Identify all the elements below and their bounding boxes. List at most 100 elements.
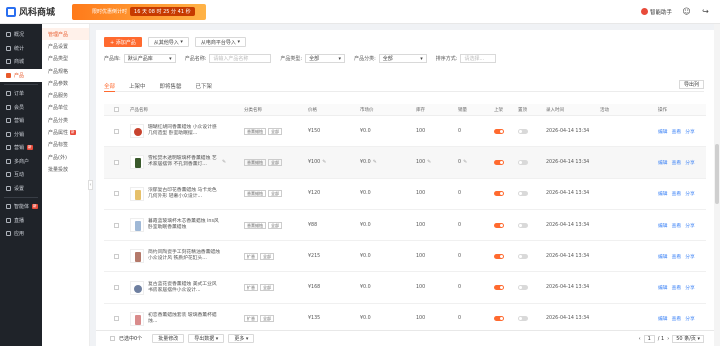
nav-item-8[interactable]: 营销新	[0, 141, 42, 155]
nav-item-0[interactable]: 概况	[0, 28, 42, 42]
table-row[interactable]: 简约风陶瓷手工刻花精油香薰蜡烛 小众设计风 铁质炉花缸头... 扩香 全部 ¥215 ¥…	[104, 241, 706, 273]
pin-toggle[interactable]	[518, 159, 528, 165]
collapse-sidebar-icon[interactable]: ‹	[88, 180, 93, 190]
prev-page-icon[interactable]: ‹	[639, 336, 641, 342]
nav-item-13[interactable]: 直播	[0, 214, 42, 228]
library-select[interactable]: 默认产品库 ▾	[123, 54, 176, 63]
row-checkbox[interactable]	[114, 191, 119, 197]
logout-icon[interactable]: ↪	[701, 7, 710, 16]
category-select[interactable]: 全部 ▾	[378, 54, 427, 63]
import-other-button[interactable]: 从其他导入 ▾	[147, 37, 189, 47]
product-name[interactable]: 初恋香薰蜡烛套装 玻璃香薰杯蜡烛...	[148, 313, 220, 325]
nav-item-10[interactable]: 互动	[0, 168, 42, 182]
export-columns-button[interactable]: 导出列	[678, 80, 704, 89]
product-name[interactable]: 浓郁复古印花香薰蜡烛 马卡龙色几何外形 轻奢小众设计...	[148, 188, 220, 200]
nav-item-12[interactable]: 智能体新	[0, 200, 42, 214]
subnav-item-1[interactable]: 产品设置	[42, 40, 89, 52]
tab-2[interactable]: 即将售罄	[160, 80, 182, 92]
promo-banner[interactable]: 限时优惠倒计时 16 天 08 时 25 分 41 秒	[72, 3, 206, 20]
product-thumbnail[interactable]	[130, 280, 144, 295]
edit-link[interactable]: 编辑	[658, 222, 668, 229]
nav-item-1[interactable]: 统计	[0, 42, 42, 56]
nav-item-14[interactable]: 应用	[0, 227, 42, 241]
add-product-button[interactable]: + 添加产品	[104, 37, 142, 47]
edit-pencil-icon[interactable]: ✎	[373, 160, 377, 165]
view-link[interactable]: 查看	[672, 284, 682, 291]
edit-pencil-icon[interactable]: ✎	[463, 160, 467, 165]
type-select[interactable]: 全部 ▾	[305, 54, 346, 63]
more-button[interactable]: 更多 ▾	[228, 334, 255, 343]
pin-toggle[interactable]	[518, 285, 528, 291]
subnav-item-10[interactable]: 产品(外)	[42, 151, 89, 163]
subnav-item-5[interactable]: 产品服务	[42, 89, 89, 101]
table-row[interactable]: 珊瑚红胡同香薰蜡烛 小众设计感几何造型 卧室助眠摆... 香薰蜡烛 全部 ¥150 ¥0…	[104, 116, 706, 148]
table-row[interactable]: 浓郁复古印花香薰蜡烛 马卡龙色几何外形 轻奢小众设计... 香薰蜡烛 全部 ¥120 ¥…	[104, 179, 706, 210]
tab-3[interactable]: 已下架	[196, 80, 213, 92]
edit-link[interactable]: 编辑	[658, 253, 668, 260]
product-name[interactable]: 雪松焚木透明玻璃杯香薰蜡烛 艺术家居摆饰 不孔洞香薰灯...	[148, 156, 220, 168]
onsale-toggle[interactable]	[494, 316, 504, 322]
product-thumbnail[interactable]	[130, 249, 144, 264]
edit-pencil-icon[interactable]: ✎	[222, 160, 226, 165]
select-all-checkbox[interactable]	[114, 107, 119, 112]
row-checkbox[interactable]	[114, 285, 119, 291]
share-link[interactable]: 分享	[685, 315, 695, 322]
subnav-item-7[interactable]: 产品分类	[42, 114, 89, 126]
footer-select-all[interactable]	[110, 336, 115, 341]
view-link[interactable]: 查看	[672, 315, 682, 322]
onsale-toggle[interactable]	[494, 222, 504, 228]
nav-item-6[interactable]: 营销	[0, 114, 42, 128]
product-name[interactable]: 简约风陶瓷手工刻花精油香薰蜡烛 小众设计风 铁质炉花缸头...	[148, 250, 220, 262]
view-link[interactable]: 查看	[672, 190, 682, 197]
share-link[interactable]: 分享	[685, 222, 695, 229]
table-row[interactable]: 雪松焚木透明玻璃杯香薰蜡烛 艺术家居摆饰 不孔洞香薰灯... ✎ 香薰蜡烛 全部 ¥10…	[104, 147, 706, 179]
product-name[interactable]: 珊瑚红胡同香薰蜡烛 小众设计感几何造型 卧室助眠摆...	[148, 125, 220, 137]
view-link[interactable]: 查看	[672, 253, 682, 260]
next-page-icon[interactable]: ›	[667, 336, 669, 342]
subnav-item-3[interactable]: 产品规格	[42, 65, 89, 77]
product-name[interactable]: 复古蓝花瓷香薰蜡烛 美式工业风 书房家居摆件小众设计...	[148, 282, 220, 294]
table-row[interactable]: 暮霞蓝玻璃杯木芯香薰蜡烛 ins风 卧室助眠香薰蜡烛 香薰蜡烛 全部 ¥88 ¥0.0 1…	[104, 210, 706, 242]
import-platform-button[interactable]: 从电商平台导入 ▾	[194, 37, 247, 47]
tab-1[interactable]: 上架中	[129, 80, 146, 92]
batch-edit-button[interactable]: 批量修改	[152, 334, 185, 343]
subnav-item-9[interactable]: 产品标签	[42, 139, 89, 151]
row-checkbox[interactable]	[114, 316, 119, 322]
product-name[interactable]: 暮霞蓝玻璃杯木芯香薰蜡烛 ins风 卧室助眠香薰蜡烛	[148, 219, 220, 231]
share-link[interactable]: 分享	[685, 253, 695, 260]
pin-toggle[interactable]	[518, 191, 528, 197]
assistant-button[interactable]: 智能助手	[640, 8, 672, 16]
product-thumbnail[interactable]	[130, 311, 144, 326]
onsale-toggle[interactable]	[494, 253, 504, 259]
nav-item-3[interactable]: 产品	[0, 68, 42, 82]
onsale-toggle[interactable]	[494, 285, 504, 291]
pin-toggle[interactable]	[518, 316, 528, 322]
view-link[interactable]: 查看	[672, 222, 682, 229]
nav-item-7[interactable]: 分销	[0, 128, 42, 142]
row-checkbox[interactable]	[114, 222, 119, 228]
user-icon[interactable]: ☺	[682, 7, 691, 16]
subnav-item-0[interactable]: 管理产品	[42, 28, 89, 41]
share-link[interactable]: 分享	[685, 190, 695, 197]
product-thumbnail[interactable]	[130, 218, 144, 233]
table-row[interactable]: 复古蓝花瓷香薰蜡烛 美式工业风 书房家居摆件小众设计... 扩香 全部 ¥168 ¥0.…	[104, 272, 706, 304]
row-checkbox[interactable]	[114, 253, 119, 259]
per-page-select[interactable]: 50 条/页 ▾	[672, 334, 704, 343]
nav-item-2[interactable]: 商城	[0, 55, 42, 69]
product-name-input[interactable]: 请输入产品名称	[209, 54, 272, 63]
edit-link[interactable]: 编辑	[658, 159, 668, 166]
product-thumbnail[interactable]	[130, 124, 144, 139]
nav-item-5[interactable]: 会员	[0, 101, 42, 115]
edit-link[interactable]: 编辑	[658, 128, 668, 135]
export-data-button[interactable]: 导出数据 ▾	[188, 334, 225, 343]
share-link[interactable]: 分享	[685, 284, 695, 291]
edit-pencil-icon[interactable]: ✎	[427, 160, 431, 165]
subnav-item-8[interactable]: 产品属性新	[42, 126, 89, 138]
pin-toggle[interactable]	[518, 253, 528, 259]
nav-item-9[interactable]: 多商户	[0, 155, 42, 169]
scrollbar-thumb[interactable]	[715, 144, 719, 204]
row-checkbox[interactable]	[114, 128, 119, 134]
page-scrollbar[interactable]	[714, 24, 720, 346]
subnav-item-11[interactable]: 批量投放	[42, 163, 89, 175]
subnav-item-4[interactable]: 产品参数	[42, 77, 89, 89]
